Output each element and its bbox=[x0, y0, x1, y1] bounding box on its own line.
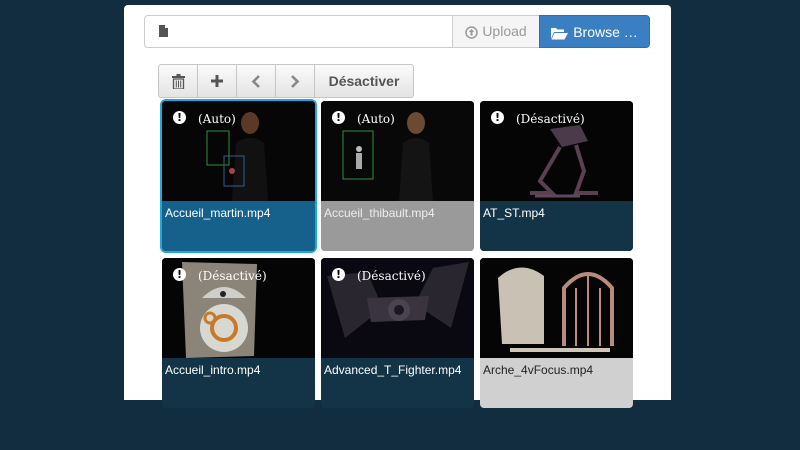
video-status: (Auto) bbox=[357, 112, 395, 126]
video-thumbnail: ! (Désactivé) bbox=[480, 101, 633, 201]
upload-panel: Upload Browse … Désactiver ! (Auto) Accu… bbox=[124, 5, 671, 408]
browse-button[interactable]: Browse … bbox=[539, 15, 650, 48]
video-status: (Désactivé) bbox=[516, 112, 585, 126]
video-tile[interactable]: ! (Désactivé) AT_ST.mp4 bbox=[480, 101, 633, 251]
alert-icon: ! bbox=[332, 111, 345, 124]
chevron-left-icon bbox=[251, 74, 260, 88]
next-button[interactable] bbox=[275, 64, 315, 98]
video-caption: Arche_4vFocus.mp4 bbox=[480, 358, 633, 408]
browse-label: Browse … bbox=[573, 24, 638, 40]
trash-icon bbox=[171, 73, 185, 89]
video-caption: Advanced_T_Fighter.mp4 bbox=[321, 358, 474, 408]
upload-label: Upload bbox=[482, 23, 527, 39]
chevron-right-icon bbox=[291, 74, 300, 88]
video-status: (Auto) bbox=[198, 112, 236, 126]
video-toolbar: Désactiver bbox=[158, 64, 414, 98]
video-thumbnail: ! (Auto) bbox=[321, 101, 474, 201]
video-caption: Accueil_thibault.mp4 bbox=[321, 201, 474, 251]
video-tile[interactable]: ! (Désactivé) Advanced_T_Fighter.mp4 bbox=[321, 258, 474, 408]
previous-button[interactable] bbox=[236, 64, 276, 98]
arch-thumbnail-image bbox=[480, 258, 633, 358]
alert-icon: ! bbox=[173, 111, 186, 124]
video-filename: AT_ST.mp4 bbox=[483, 206, 545, 220]
disable-button[interactable]: Désactiver bbox=[314, 64, 414, 98]
video-tile[interactable]: Arche_4vFocus.mp4 bbox=[480, 258, 633, 408]
video-thumbnail: ! (Auto) bbox=[162, 101, 315, 201]
video-thumbnail bbox=[480, 258, 633, 358]
upload-circle-icon bbox=[465, 26, 479, 39]
alert-icon: ! bbox=[332, 268, 345, 281]
file-name-field[interactable] bbox=[144, 15, 452, 48]
video-thumbnail: ! (Désactivé) bbox=[321, 258, 474, 358]
video-caption: AT_ST.mp4 bbox=[480, 201, 633, 251]
alert-icon: ! bbox=[173, 268, 186, 281]
upload-button[interactable]: Upload bbox=[452, 15, 540, 48]
video-thumbnail: ! (Désactivé) bbox=[162, 258, 315, 358]
video-tile[interactable]: ! (Désactivé) Accueil_intro.mp4 bbox=[162, 258, 315, 408]
file-icon bbox=[159, 25, 168, 37]
video-tile[interactable]: ! (Auto) Accueil_martin.mp4 bbox=[162, 101, 315, 251]
add-button[interactable] bbox=[197, 64, 237, 98]
video-tile[interactable]: ! (Auto) Accueil_thibault.mp4 bbox=[321, 101, 474, 251]
file-upload-group: Upload Browse … bbox=[144, 15, 651, 48]
video-filename: Arche_4vFocus.mp4 bbox=[483, 363, 594, 377]
delete-button[interactable] bbox=[158, 64, 198, 98]
video-filename: Advanced_T_Fighter.mp4 bbox=[324, 363, 462, 377]
plus-icon bbox=[211, 75, 223, 87]
video-filename: Accueil_martin.mp4 bbox=[165, 206, 271, 220]
video-status: (Désactivé) bbox=[357, 269, 426, 283]
alert-icon: ! bbox=[491, 111, 504, 124]
video-caption: Accueil_intro.mp4 bbox=[162, 358, 315, 408]
folder-open-icon bbox=[551, 27, 569, 40]
video-caption: Accueil_martin.mp4 bbox=[162, 201, 315, 251]
video-filename: Accueil_thibault.mp4 bbox=[324, 206, 435, 220]
video-status: (Désactivé) bbox=[198, 269, 267, 283]
video-filename: Accueil_intro.mp4 bbox=[165, 363, 261, 377]
